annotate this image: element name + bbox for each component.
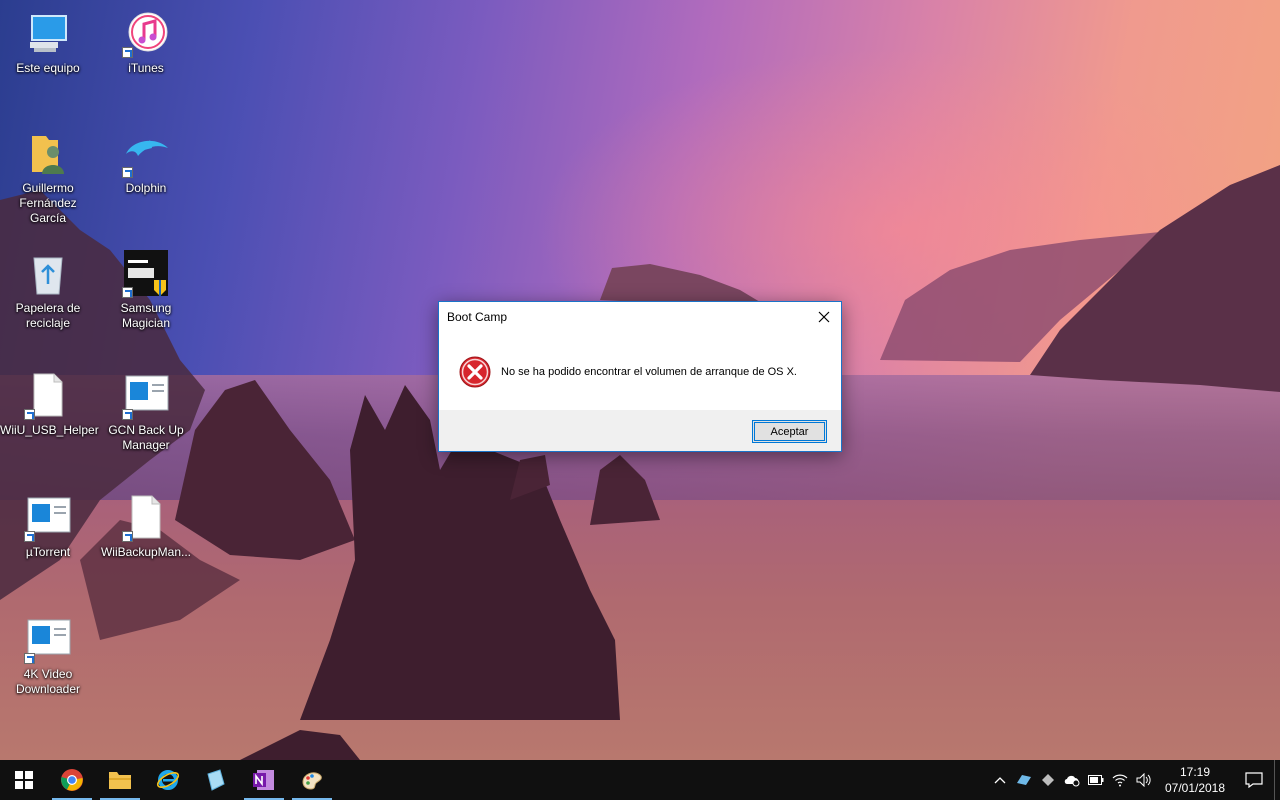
shortcut-arrow-icon xyxy=(122,409,133,420)
itunes-icon xyxy=(122,10,170,58)
dolphin-icon xyxy=(122,130,170,178)
close-icon xyxy=(818,311,830,323)
accept-button[interactable]: Aceptar xyxy=(752,420,827,443)
taskbar-paint-3d[interactable] xyxy=(192,760,240,800)
tray-app-icon xyxy=(1017,775,1031,785)
samsung-magician-icon xyxy=(122,250,170,298)
notification-icon xyxy=(1245,772,1263,788)
desktop-icon-wiiu-usb-helper[interactable]: WiiU_USB_Helper xyxy=(0,372,99,438)
desktop-icon-label: Este equipo xyxy=(16,61,80,75)
wifi-icon xyxy=(1112,774,1128,787)
taskbar-onenote[interactable] xyxy=(240,760,288,800)
taskbar-file-explorer[interactable] xyxy=(96,760,144,800)
speaker-icon xyxy=(1136,773,1151,787)
dialog-close-button[interactable] xyxy=(807,302,841,332)
file-icon xyxy=(24,372,72,420)
error-icon xyxy=(459,356,491,388)
desktop-icon-label: Samsung Magician xyxy=(120,301,172,330)
taskbar: 17:19 07/01/2018 xyxy=(0,760,1280,800)
dialog-body: No se ha podido encontrar el volumen de … xyxy=(439,333,841,411)
desktop-icon-wiibackupmanager[interactable]: WiiBackupMan... xyxy=(98,494,194,560)
paint-icon xyxy=(302,772,322,790)
desktop-icon-label: µTorrent xyxy=(25,545,71,559)
boot-camp-dialog: Boot Camp No se ha podido encontrar el v… xyxy=(438,301,842,452)
chrome-icon xyxy=(61,769,83,791)
tray-onedrive[interactable] xyxy=(1060,760,1084,800)
desktop-icon-label: Papelera de reciclaje xyxy=(15,301,81,330)
tray-app-2[interactable] xyxy=(1036,760,1060,800)
start-button[interactable] xyxy=(0,760,48,800)
onenote-icon xyxy=(253,770,274,790)
tray-battery[interactable] xyxy=(1084,760,1108,800)
recycle-bin-icon xyxy=(24,250,72,298)
desktop-icon-papelera[interactable]: Papelera de reciclaje xyxy=(0,250,96,331)
desktop-icon-samsung-magician[interactable]: Samsung Magician xyxy=(98,250,194,331)
desktop-icon-label: Guillermo Fernández García xyxy=(19,181,77,225)
file-icon xyxy=(122,494,170,542)
shortcut-arrow-icon xyxy=(24,531,35,542)
tray-app-1[interactable] xyxy=(1012,760,1036,800)
shortcut-arrow-icon xyxy=(122,287,133,298)
battery-icon xyxy=(1088,775,1104,785)
chevron-up-icon xyxy=(994,777,1006,784)
tray-show-hidden[interactable] xyxy=(988,760,1012,800)
desktop-icon-este-equipo[interactable]: Este equipo xyxy=(0,10,96,76)
app-window-icon xyxy=(24,616,72,664)
tray-volume[interactable] xyxy=(1132,760,1156,800)
computer-icon xyxy=(24,10,72,58)
desktop-icon-label: WiiBackupMan... xyxy=(100,545,192,559)
clock-date: 07/01/2018 xyxy=(1164,781,1226,795)
app-window-icon xyxy=(122,372,170,420)
desktop-icon-dolphin[interactable]: Dolphin xyxy=(98,130,194,196)
dialog-footer: Aceptar xyxy=(439,410,841,451)
show-desktop-button[interactable] xyxy=(1274,760,1280,800)
tray-wifi[interactable] xyxy=(1108,760,1132,800)
desktop-icon-gcn-backup-manager[interactable]: GCN Back Up Manager xyxy=(98,372,194,453)
cloud-sync-icon xyxy=(1064,775,1080,787)
paint-3d-icon xyxy=(207,769,225,791)
file-explorer-icon xyxy=(109,772,131,789)
desktop-icon-4k-video-downloader[interactable]: 4K Video Downloader xyxy=(0,616,96,697)
desktop-icon-user-folder[interactable]: Guillermo Fernández García xyxy=(0,130,96,226)
taskbar-paint[interactable] xyxy=(288,760,336,800)
desktop-icon-label: WiiU_USB_Helper xyxy=(0,423,99,437)
desktop-icon-utorrent[interactable]: µTorrent xyxy=(0,494,96,560)
dialog-title: Boot Camp xyxy=(447,310,508,324)
shortcut-arrow-icon xyxy=(24,653,35,664)
shortcut-arrow-icon xyxy=(122,47,133,58)
desktop-icon-label: Dolphin xyxy=(125,181,167,195)
system-tray: 17:19 07/01/2018 xyxy=(988,760,1280,800)
desktop-icon-label: GCN Back Up Manager xyxy=(108,423,184,452)
desktop-icon-label: 4K Video Downloader xyxy=(15,667,81,696)
shortcut-arrow-icon xyxy=(122,167,133,178)
taskbar-clock[interactable]: 17:19 07/01/2018 xyxy=(1160,764,1230,796)
desktop-icon-label: iTunes xyxy=(128,61,164,75)
desktop-icon-itunes[interactable]: iTunes xyxy=(98,10,194,76)
taskbar-internet-explorer[interactable] xyxy=(144,760,192,800)
diamond-icon xyxy=(1042,774,1054,786)
taskbar-chrome[interactable] xyxy=(48,760,96,800)
internet-explorer-icon xyxy=(156,770,180,790)
clock-time: 17:19 xyxy=(1179,765,1211,779)
shortcut-arrow-icon xyxy=(24,409,35,420)
action-center-button[interactable] xyxy=(1234,760,1274,800)
shortcut-arrow-icon xyxy=(122,531,133,542)
user-folder-icon xyxy=(24,130,72,178)
windows-start-icon xyxy=(15,771,33,789)
app-window-icon xyxy=(24,494,72,542)
dialog-message: No se ha podido encontrar el volumen de … xyxy=(501,366,797,378)
